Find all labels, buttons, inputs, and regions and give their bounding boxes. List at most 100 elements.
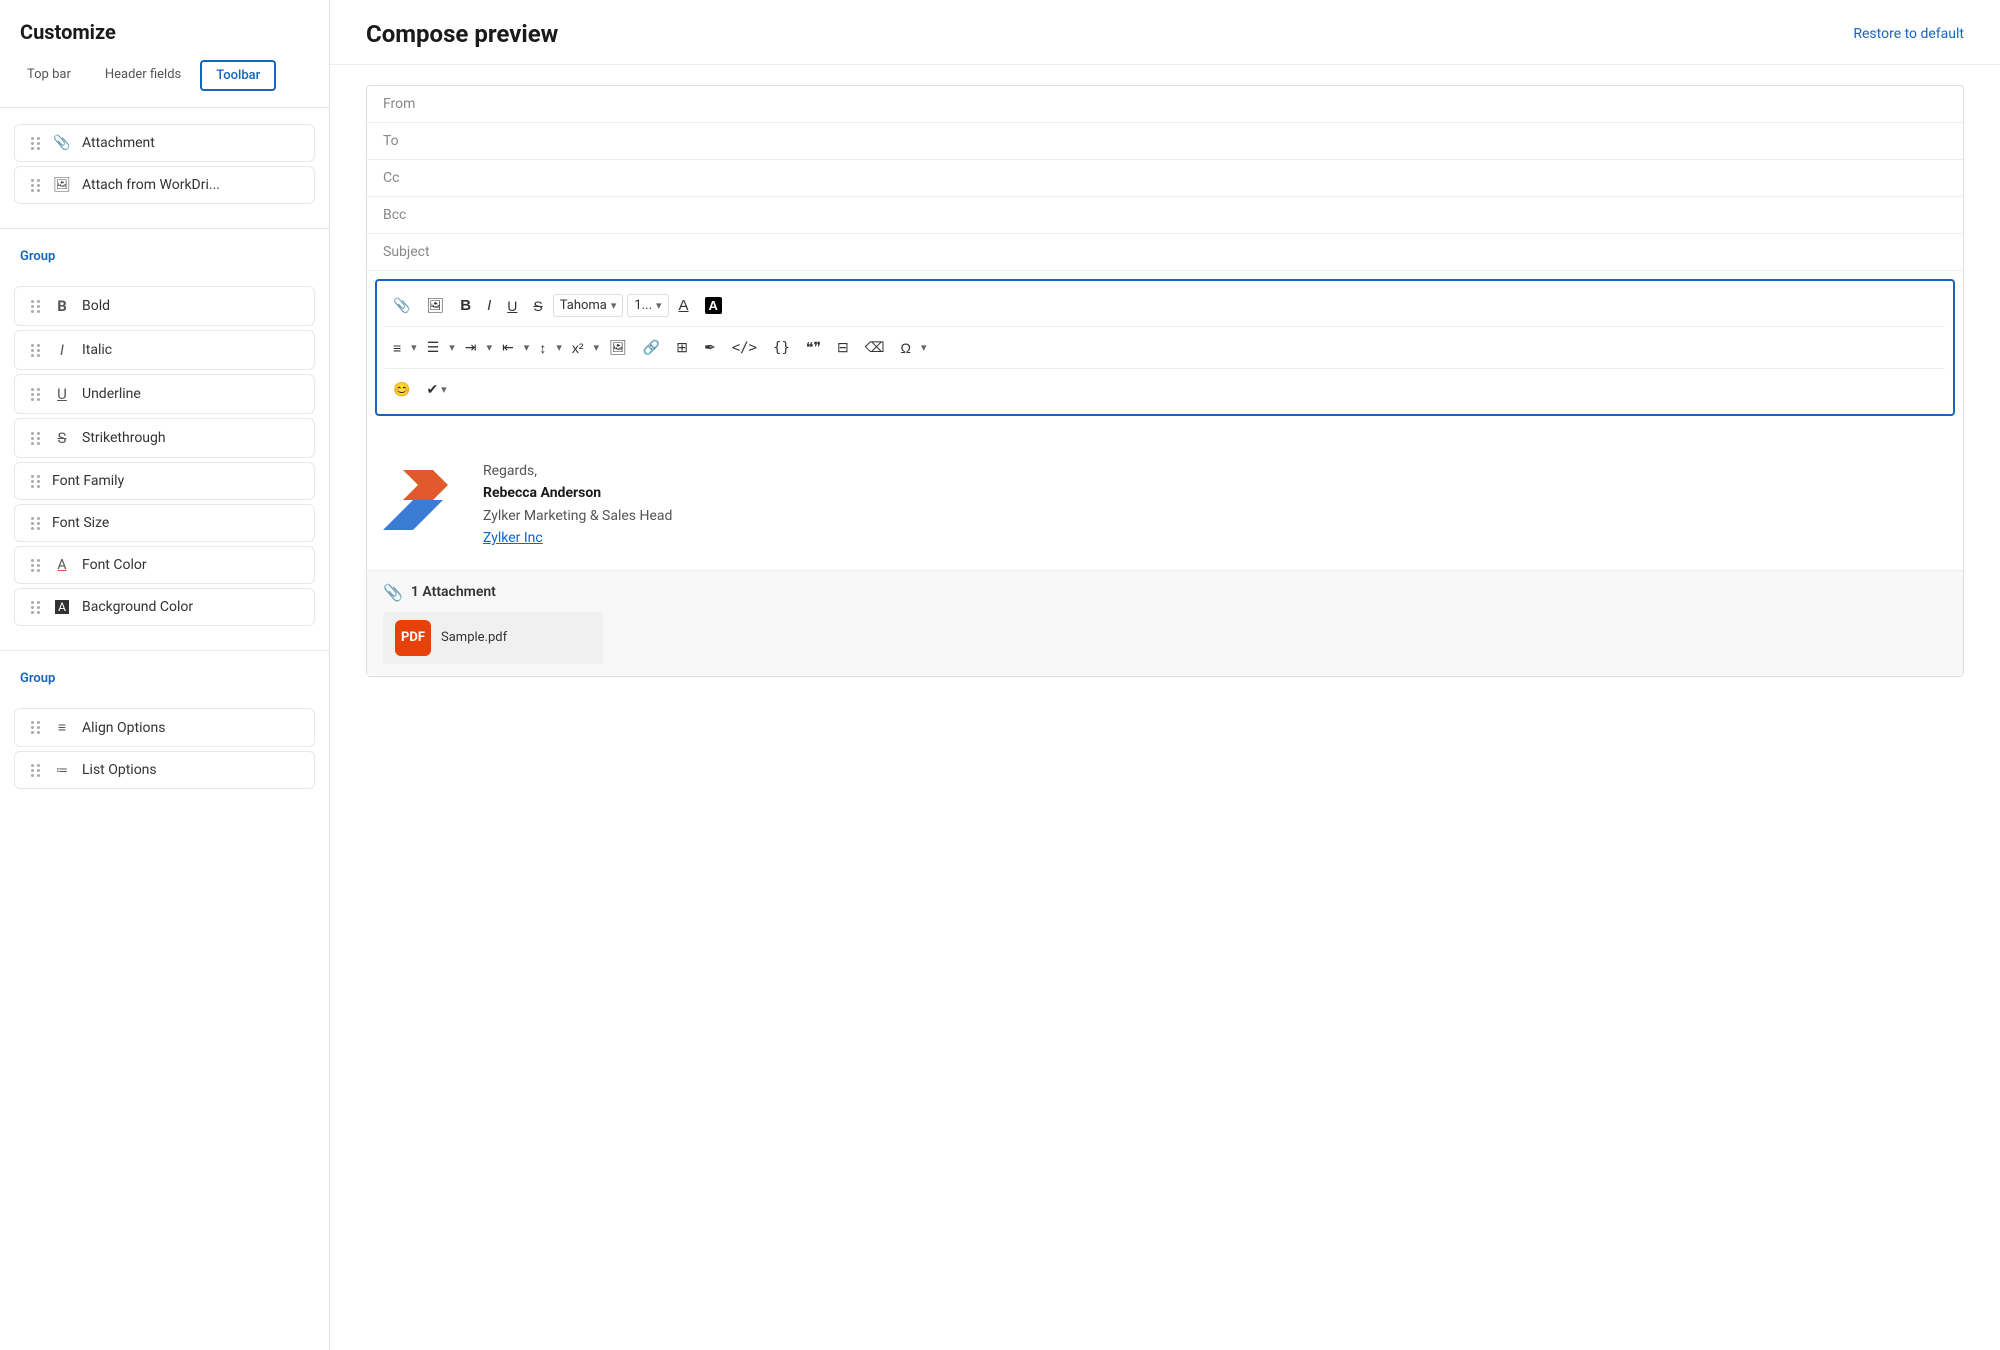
toolbar-insert-image-btn[interactable]: 🖼: [603, 335, 633, 360]
font-family-select[interactable]: Tahoma ▾: [553, 294, 624, 317]
toolbar-bullets-btn[interactable]: ☰: [421, 335, 446, 360]
align-chevron-icon: ▾: [411, 341, 417, 354]
toolbar-bold-btn[interactable]: B: [454, 293, 477, 318]
background-color-label: Background Color: [82, 599, 193, 615]
signature-area: Regards, Rebecca Anderson Zylker Marketi…: [383, 440, 1947, 570]
toolbar-remove-format-btn[interactable]: ⌫: [859, 335, 891, 360]
italic-icon: I: [52, 341, 72, 359]
main-header: Compose preview Restore to default: [330, 0, 2000, 65]
toolbar-image-btn[interactable]: 🖼: [420, 293, 450, 318]
drag-handle: [31, 388, 40, 401]
sidebar-item-align-options[interactable]: ≡ Align Options: [14, 708, 315, 747]
cc-field[interactable]: Cc: [367, 160, 1963, 197]
attachment-count-label: 1 Attachment: [411, 584, 496, 600]
toolbar-strikethrough-btn[interactable]: S: [527, 294, 548, 318]
toolbar-grid-btn[interactable]: ⊟: [831, 335, 855, 360]
file-name-label: Sample.pdf: [441, 630, 507, 645]
toolbar-link-btn[interactable]: 🔗: [637, 335, 666, 360]
to-field[interactable]: To: [367, 123, 1963, 160]
toolbar-more-btn[interactable]: ✔ ▾: [420, 377, 452, 402]
toolbar-code-inline-btn[interactable]: </>: [726, 336, 763, 360]
font-size-value: 1...: [634, 298, 652, 313]
bcc-field[interactable]: Bcc: [367, 197, 1963, 234]
sidebar-item-bold[interactable]: B Bold: [14, 286, 315, 326]
attachment-label: Attachment: [82, 135, 155, 151]
toolbar-outdent-btn[interactable]: ⇤: [496, 335, 520, 360]
strikethrough-icon: S: [52, 429, 72, 447]
attachment-file-item[interactable]: PDF Sample.pdf: [383, 612, 603, 664]
outdent-chevron-icon: ▾: [524, 341, 530, 354]
main-area: Compose preview Restore to default From …: [330, 0, 2000, 1350]
superscript-chevron-icon: ▾: [594, 341, 600, 354]
font-color-label: Font Color: [82, 557, 147, 573]
sidebar-item-italic[interactable]: I Italic: [14, 330, 315, 370]
attach-workdri-label: Attach from WorkDri...: [82, 177, 220, 193]
check-icon: ✔: [426, 381, 438, 398]
subject-label: Subject: [383, 244, 430, 260]
sidebar-item-font-color[interactable]: A Font Color: [14, 546, 315, 584]
toolbar-indent-btn[interactable]: ⇥: [459, 335, 483, 360]
sidebar-item-list-options[interactable]: ≔ List Options: [14, 751, 315, 789]
font-size-chevron-icon: ▾: [656, 299, 662, 312]
group2-label: Group: [0, 659, 329, 692]
bold-label: Bold: [82, 298, 110, 314]
toolbar-table-btn[interactable]: ⊞: [670, 335, 694, 360]
sidebar-items-top: 📎 Attachment 🖼 Attach from WorkDri...: [0, 108, 329, 220]
tab-header-fields[interactable]: Header fields: [90, 60, 196, 91]
toolbar-blockquote-btn[interactable]: ❝❞: [800, 335, 827, 360]
strikethrough-label: Strikethrough: [82, 430, 166, 446]
sidebar-item-background-color[interactable]: A Background Color: [14, 588, 315, 626]
attachment-icon: 📎: [52, 135, 72, 151]
toolbar-row-3: 😊 ✔ ▾: [385, 368, 1945, 406]
sidebar-item-attachment[interactable]: 📎 Attachment: [14, 124, 315, 162]
sidebar-item-attach-workdri[interactable]: 🖼 Attach from WorkDri...: [14, 166, 315, 204]
signature-company-link[interactable]: Zylker Inc: [483, 530, 543, 546]
toolbar-special-char-btn[interactable]: Ω: [895, 336, 917, 360]
font-size-select[interactable]: 1... ▾: [627, 294, 668, 317]
more-chevron-icon: ▾: [441, 383, 447, 396]
sidebar-item-font-size[interactable]: Font Size: [14, 504, 315, 542]
drag-handle: [31, 344, 40, 357]
bullets-chevron-icon: ▾: [449, 341, 455, 354]
drag-handle: [31, 137, 40, 150]
font-color-A-icon: A: [679, 297, 689, 314]
sidebar-group2-items: ≡ Align Options ≔ List Options: [0, 692, 329, 805]
list-options-label: List Options: [82, 762, 157, 778]
signature-name: Rebecca Anderson: [483, 482, 672, 504]
tab-top-bar[interactable]: Top bar: [12, 60, 86, 91]
signature-text: Regards, Rebecca Anderson Zylker Marketi…: [483, 460, 672, 550]
font-color-icon: A: [52, 557, 72, 573]
zylker-logo-svg: [383, 460, 463, 540]
toolbar-line-height-btn[interactable]: ↕: [533, 336, 552, 360]
toolbar-signature-btn[interactable]: ✒: [698, 335, 722, 360]
drag-handle: [31, 475, 40, 488]
group1-label: Group: [0, 237, 329, 270]
sidebar-group1-items: B Bold I Italic U Underline: [0, 270, 329, 642]
toolbar-highlight-btn[interactable]: A: [699, 293, 728, 318]
toolbar-box: 📎 🖼 B I U S Tahoma ▾ 1... ▾: [375, 279, 1955, 416]
email-form: From To Cc Bcc Subject: [366, 85, 1964, 677]
toolbar-superscript-btn[interactable]: x²: [566, 336, 590, 360]
tab-toolbar[interactable]: Toolbar: [200, 60, 276, 91]
page-title: Compose preview: [366, 20, 558, 48]
toolbar-code-block-btn[interactable]: {}: [767, 336, 796, 360]
toolbar-font-color-btn[interactable]: A: [673, 293, 695, 318]
subject-field[interactable]: Subject: [367, 234, 1963, 271]
bold-icon: B: [52, 297, 72, 315]
special-char-chevron-icon: ▾: [921, 341, 927, 354]
toolbar-underline-btn[interactable]: U: [501, 294, 523, 318]
toolbar-italic-btn[interactable]: I: [481, 293, 497, 318]
drag-handle: [31, 601, 40, 614]
toolbar-attachment-btn[interactable]: 📎: [387, 293, 416, 318]
sidebar-item-underline[interactable]: U Underline: [14, 374, 315, 414]
sidebar-item-strikethrough[interactable]: S Strikethrough: [14, 418, 315, 458]
toolbar-row-2: ≡ ▾ ☰ ▾ ⇥ ▾ ⇤ ▾ ↕ ▾ x² ▾ 🖼 🔗 ⊞: [385, 326, 1945, 364]
restore-to-default-button[interactable]: Restore to default: [1853, 26, 1964, 42]
sidebar-item-font-family[interactable]: Font Family: [14, 462, 315, 500]
toolbar-align-btn[interactable]: ≡: [387, 336, 407, 360]
to-label: To: [383, 133, 433, 149]
font-family-label: Font Family: [52, 473, 124, 489]
drag-handle: [31, 764, 40, 777]
toolbar-emoji-btn[interactable]: 😊: [387, 377, 416, 402]
font-family-chevron-icon: ▾: [611, 299, 617, 312]
